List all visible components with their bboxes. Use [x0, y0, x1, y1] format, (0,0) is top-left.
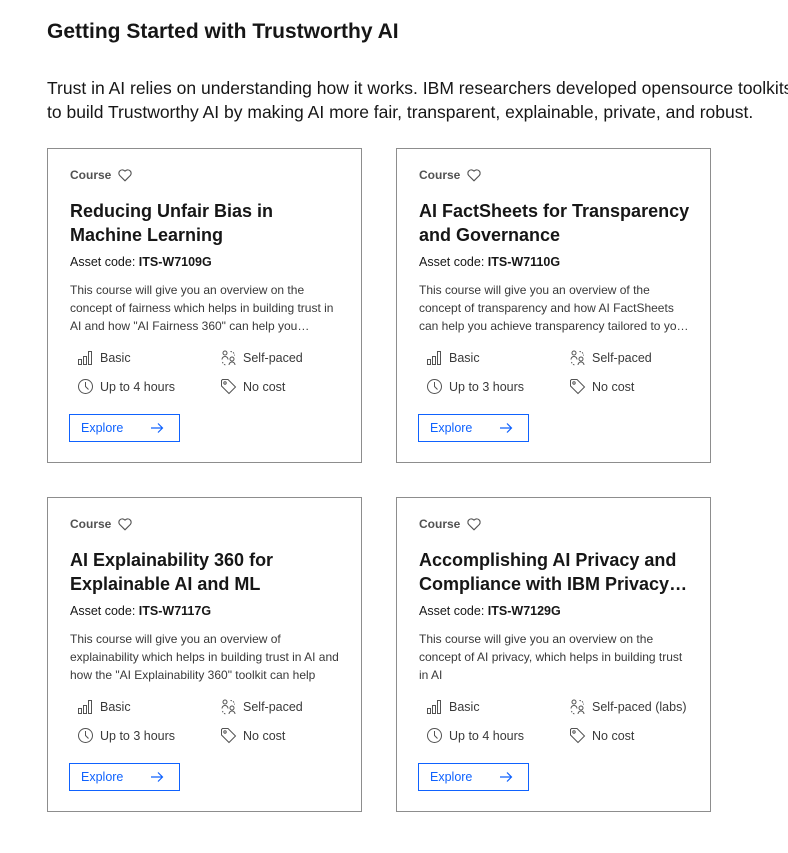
cost-text: No cost — [243, 379, 286, 394]
level-text: Basic — [100, 350, 131, 365]
card-type: Course — [70, 167, 133, 183]
pace-text: Self-paced — [592, 350, 652, 365]
course-card[interactable]: Course Reducing Unfair Bias in Machine L… — [47, 148, 362, 463]
explore-button[interactable]: Explore — [69, 763, 180, 791]
explore-button[interactable]: Explore — [418, 763, 529, 791]
card-type-label: Course — [419, 517, 461, 531]
explore-button-label: Explore — [81, 770, 124, 784]
duration-text: Up to 3 hours — [449, 379, 525, 394]
clock-icon — [426, 727, 443, 744]
clock-icon — [77, 727, 94, 744]
course-card[interactable]: Course Accomplishing AI Privacy and Comp… — [396, 497, 711, 812]
asset-code-label: Asset code: — [70, 604, 139, 618]
course-card[interactable]: Course AI FactSheets for Transparency an… — [396, 148, 711, 463]
price-tag-icon — [220, 727, 237, 744]
cost-meta: No cost — [220, 378, 285, 395]
heart-icon[interactable] — [117, 167, 133, 183]
duration-text: Up to 4 hours — [100, 379, 176, 394]
skill-level-icon — [426, 349, 443, 366]
clock-icon — [77, 378, 94, 395]
card-description: This course will give you an overview on… — [70, 283, 334, 333]
heart-icon[interactable] — [117, 516, 133, 532]
price-tag-icon — [569, 378, 586, 395]
clock-icon — [426, 378, 443, 395]
arrow-right-icon — [498, 769, 514, 785]
duration-meta: Up to 4 hours — [426, 727, 524, 744]
arrow-right-icon — [149, 420, 165, 436]
asset-code: Asset code: ITS-W7117G — [70, 604, 211, 618]
card-title[interactable]: Reducing Unfair Bias in Machine Learning — [70, 199, 350, 247]
explore-button[interactable]: Explore — [69, 414, 180, 442]
cost-text: No cost — [243, 728, 286, 743]
asset-code-value: ITS-W7109G — [138, 255, 212, 269]
pace-text: Self-paced — [243, 350, 303, 365]
self-paced-icon — [220, 698, 237, 715]
arrow-right-icon — [149, 769, 165, 785]
asset-code-value: ITS-W7129G — [487, 604, 561, 618]
duration-meta: Up to 4 hours — [77, 378, 175, 395]
skill-level-icon — [77, 698, 94, 715]
page-title: Getting Started with Trustworthy AI — [47, 20, 399, 43]
cost-text: No cost — [592, 379, 635, 394]
level-text: Basic — [100, 699, 131, 714]
pace-text: Self-paced (labs) — [592, 699, 687, 714]
explore-button-label: Explore — [81, 421, 124, 435]
asset-code-label: Asset code: — [419, 604, 488, 618]
cost-meta: No cost — [569, 727, 634, 744]
explore-button-label: Explore — [430, 770, 473, 784]
self-paced-icon — [569, 349, 586, 366]
card-type-label: Course — [70, 168, 112, 182]
self-paced-icon — [569, 698, 586, 715]
cost-text: No cost — [592, 728, 635, 743]
asset-code: Asset code: ITS-W7129G — [419, 604, 561, 618]
pace-meta: Self-paced — [220, 349, 303, 366]
card-description: This course will give you an overview of… — [419, 283, 688, 333]
card-type-label: Course — [419, 168, 461, 182]
level-meta: Basic — [426, 698, 480, 715]
card-type: Course — [419, 167, 482, 183]
heart-icon[interactable] — [466, 516, 482, 532]
duration-text: Up to 3 hours — [100, 728, 176, 743]
skill-level-icon — [426, 698, 443, 715]
card-type: Course — [419, 516, 482, 532]
duration-meta: Up to 3 hours — [77, 727, 175, 744]
price-tag-icon — [569, 727, 586, 744]
asset-code: Asset code: ITS-W7110G — [419, 255, 560, 269]
card-description: This course will give you an overview on… — [419, 632, 683, 682]
level-text: Basic — [449, 699, 480, 714]
arrow-right-icon — [498, 420, 514, 436]
card-type-label: Course — [70, 517, 112, 531]
level-meta: Basic — [77, 698, 131, 715]
asset-code-value: ITS-W7110G — [487, 255, 561, 269]
card-type: Course — [70, 516, 133, 532]
duration-meta: Up to 3 hours — [426, 378, 524, 395]
level-meta: Basic — [77, 349, 131, 366]
asset-code-label: Asset code: — [419, 255, 488, 269]
pace-meta: Self-paced — [220, 698, 303, 715]
level-meta: Basic — [426, 349, 480, 366]
cost-meta: No cost — [569, 378, 634, 395]
asset-code: Asset code: ITS-W7109G — [70, 255, 212, 269]
intro-text: Trust in AI relies on understanding how … — [47, 78, 788, 122]
cost-meta: No cost — [220, 727, 285, 744]
skill-level-icon — [77, 349, 94, 366]
price-tag-icon — [220, 378, 237, 395]
asset-code-label: Asset code: — [70, 255, 139, 269]
card-title[interactable]: AI Explainability 360 for Explainable AI… — [70, 548, 350, 596]
heart-icon[interactable] — [466, 167, 482, 183]
level-text: Basic — [449, 350, 480, 365]
card-title[interactable]: AI FactSheets for Transparency and Gover… — [419, 199, 699, 247]
duration-text: Up to 4 hours — [449, 728, 525, 743]
pace-text: Self-paced — [243, 699, 303, 714]
card-description: This course will give you an overview of… — [70, 632, 339, 682]
pace-meta: Self-paced — [569, 349, 652, 366]
course-card[interactable]: Course AI Explainability 360 for Explain… — [47, 497, 362, 812]
asset-code-value: ITS-W7117G — [138, 604, 212, 618]
pace-meta: Self-paced (labs) — [569, 698, 687, 715]
explore-button[interactable]: Explore — [418, 414, 529, 442]
self-paced-icon — [220, 349, 237, 366]
explore-button-label: Explore — [430, 421, 473, 435]
card-title[interactable]: Accomplishing AI Privacy and Compliance … — [419, 548, 699, 596]
